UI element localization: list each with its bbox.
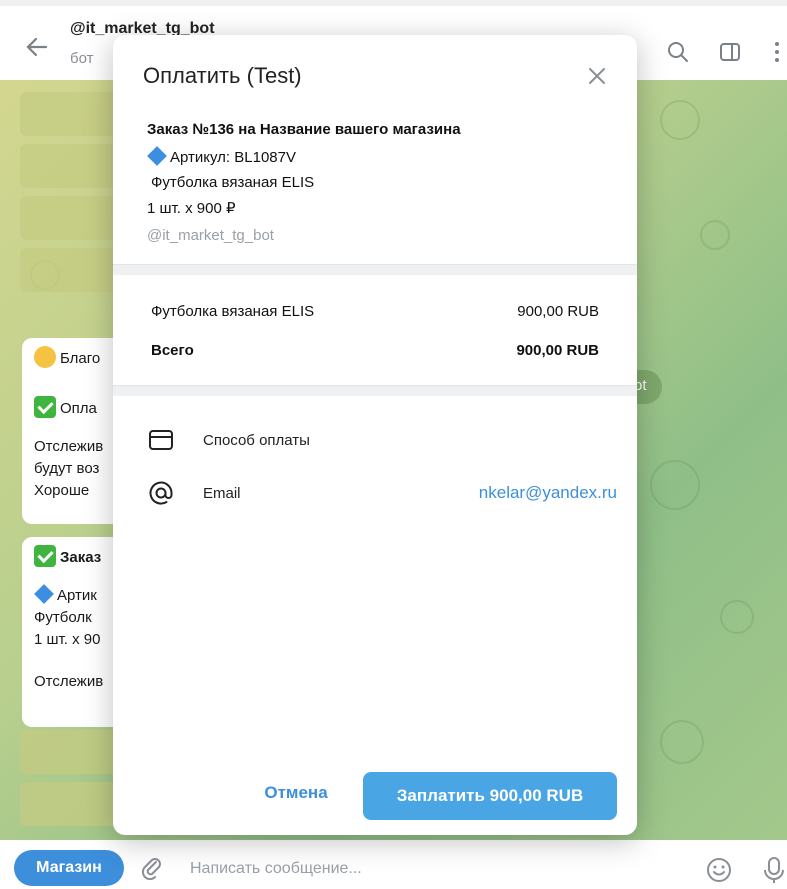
divider [113, 385, 637, 396]
order-quantity: 1 шт. х 900 ₽ [147, 200, 236, 217]
email-value[interactable]: nkelar@yandex.ru [479, 483, 617, 503]
close-icon[interactable] [586, 65, 608, 87]
blue-diamond-icon [147, 146, 167, 166]
sidebar-toggle-icon[interactable] [718, 40, 742, 64]
message-input-bar: Магазин Написать сообщение... [0, 840, 787, 889]
email-row[interactable]: Email nkelar@yandex.ru [147, 479, 617, 509]
microphone-icon[interactable] [762, 856, 786, 884]
chat-subtitle: бот [70, 50, 94, 67]
order-title: Заказ №136 на Название вашего магазина [147, 121, 461, 138]
message-text: Благо [60, 350, 101, 367]
bot-name[interactable]: @it_market_tg_bot [147, 227, 274, 244]
message-text: Заказ [60, 549, 102, 566]
dialog-title: Оплатить (Test) [143, 63, 302, 88]
check-mark-icon [34, 545, 56, 567]
cancel-button[interactable]: Отмена [251, 783, 341, 809]
check-mark-icon [34, 396, 56, 418]
total-value: 900,00 RUB [516, 342, 599, 359]
pay-button[interactable]: Заплатить 900,00 RUB [363, 772, 617, 820]
article-text: Артикул: BL1087V [170, 149, 296, 166]
smile-emoji-icon [34, 346, 56, 368]
attach-icon[interactable] [140, 856, 164, 880]
message-text: Опла [60, 400, 97, 417]
payment-dialog: Оплатить (Test) Заказ №136 на Название в… [113, 35, 637, 835]
more-menu-icon[interactable] [765, 40, 787, 64]
message-input[interactable]: Написать сообщение... [190, 860, 362, 878]
credit-card-icon [149, 430, 173, 450]
shop-button[interactable]: Магазин [14, 850, 124, 886]
order-article: Артикул: BL1087V [147, 146, 296, 166]
summary-item-label: Футболка вязаная ELIS [151, 303, 315, 320]
payment-method-row[interactable]: Способ оплаты [147, 426, 617, 456]
blue-diamond-icon [34, 584, 54, 604]
at-sign-icon [149, 481, 173, 505]
total-label: Всего [151, 342, 194, 359]
payment-method-label: Способ оплаты [203, 432, 310, 449]
order-item: Футболка вязаная ELIS [151, 174, 315, 191]
back-arrow-icon[interactable] [24, 34, 50, 60]
search-icon[interactable] [666, 40, 690, 64]
divider [113, 264, 637, 275]
email-label: Email [203, 485, 241, 502]
summary-item-value: 900,00 RUB [517, 303, 599, 320]
emoji-icon[interactable] [706, 857, 732, 883]
message-text: Артик [57, 587, 97, 604]
